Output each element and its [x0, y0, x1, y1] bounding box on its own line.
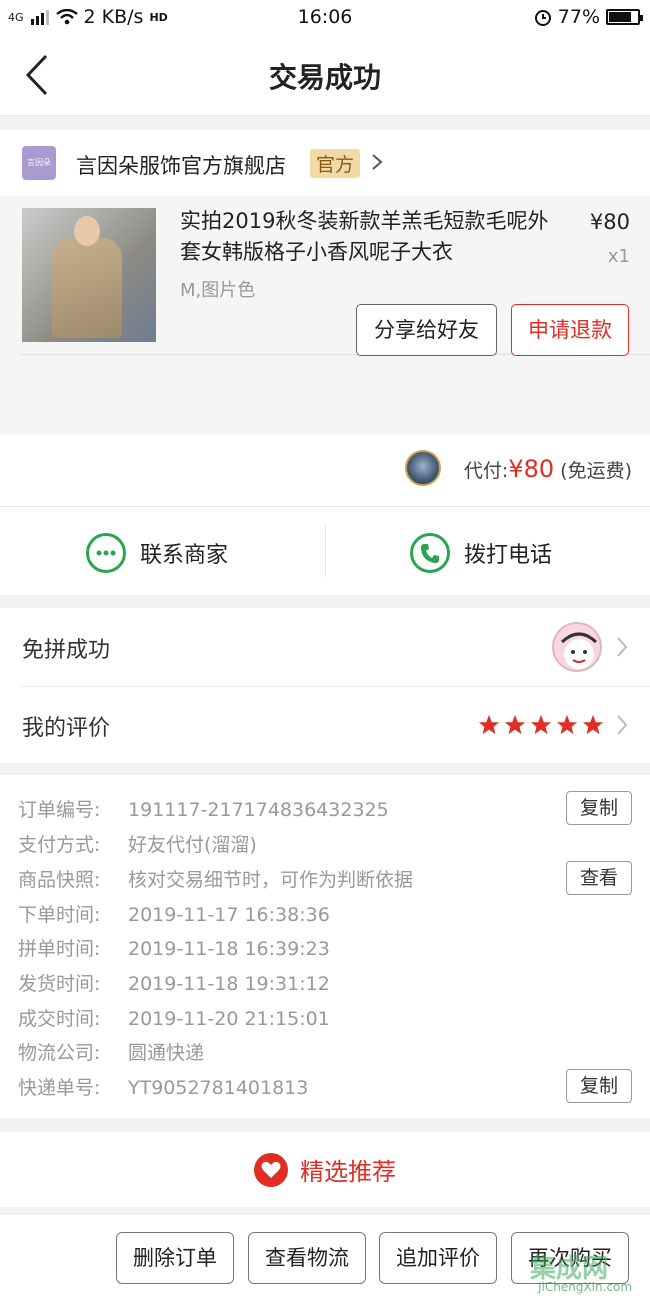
star-icon	[530, 714, 552, 735]
my-review-row[interactable]: 我的评价	[0, 686, 650, 764]
order-details: 订单编号: 191117-217174836432325 复制 支付方式: 好友代付(溜…	[0, 775, 650, 1118]
order-info-value: 核对交易细节时，可作为判断依据	[128, 869, 414, 891]
order-info-row: 支付方式: 好友代付(溜溜)	[18, 830, 257, 860]
order-info-key: 订单编号:	[18, 799, 101, 821]
delete-order-button[interactable]: 删除订单	[116, 1232, 234, 1284]
payment-amount: ¥80	[508, 455, 555, 483]
product-title[interactable]: 实拍2019秋冬装新款羊羔毛短款毛呢外套女韩版格子小香风呢子大衣	[180, 206, 555, 268]
order-info-value: 2019-11-17 16:38:36	[128, 904, 330, 926]
rating-stars	[478, 714, 604, 736]
group-status-row[interactable]: 免拼成功	[0, 608, 650, 686]
divider	[325, 525, 326, 577]
contact-bar: 联系商家 拨打电话	[0, 507, 650, 595]
page-title: 交易成功	[268, 61, 381, 94]
product-image[interactable]	[22, 208, 156, 342]
order-info-row: 物流公司: 圆通快递	[18, 1038, 204, 1068]
copy-button[interactable]: 复制	[566, 791, 632, 825]
product-item[interactable]: 实拍2019秋冬装新款羊羔毛短款毛呢外套女韩版格子小香风呢子大衣 M,图片色 ¥…	[0, 196, 650, 435]
order-info-row: 快递单号: YT9052781401813	[18, 1073, 308, 1103]
product-price: ¥80	[589, 210, 630, 234]
order-info-value: 2019-11-18 16:39:23	[128, 938, 330, 960]
product-spec: M,图片色	[180, 280, 256, 301]
order-info-key: 商品快照:	[18, 869, 101, 891]
heart-icon	[254, 1152, 288, 1187]
recommend-section[interactable]: 精选推荐	[0, 1132, 650, 1207]
payer-avatar	[405, 450, 441, 486]
shop-header[interactable]: 言因朵 言因朵服饰官方旗舰店 官方	[0, 130, 650, 196]
add-review-button[interactable]: 追加评价	[379, 1232, 497, 1284]
share-button[interactable]: 分享给好友	[356, 304, 497, 356]
refund-button[interactable]: 申请退款	[511, 304, 629, 356]
phone-icon	[410, 533, 450, 573]
view-snapshot-button[interactable]: 查看	[566, 861, 632, 895]
watermark-sub: JiChengXin.com	[538, 1280, 633, 1294]
order-info-key: 成交时间:	[18, 1008, 101, 1030]
order-info-key: 下单时间:	[18, 904, 101, 926]
site-watermark: 集成网 JiChengXin.com	[530, 1248, 646, 1298]
battery-icon	[606, 9, 643, 25]
shipping-note: (免运费)	[560, 460, 632, 482]
order-info-row: 拼单时间: 2019-11-18 16:39:23	[18, 934, 330, 964]
order-info-key: 物流公司:	[18, 1042, 101, 1064]
product-quantity: x1	[607, 246, 630, 267]
order-info-value: 2019-11-20 21:15:01	[128, 1008, 330, 1030]
call-button[interactable]: 拨打电话	[410, 533, 552, 573]
order-info-row: 下单时间: 2019-11-17 16:38:36	[18, 900, 330, 930]
shop-logo: 言因朵	[22, 146, 56, 180]
order-info-value: 191117-217174836432325	[128, 799, 389, 821]
order-status-section: 免拼成功 我的评价	[0, 608, 650, 763]
order-info-value: 好友代付(溜溜)	[128, 834, 257, 856]
alarm-icon	[534, 10, 551, 26]
chevron-right-icon[interactable]	[616, 714, 628, 736]
payment-label: 代付:	[463, 460, 509, 482]
order-info-key: 快递单号:	[18, 1077, 101, 1099]
star-icon	[582, 714, 604, 735]
star-icon	[478, 714, 500, 735]
order-info-key: 拼单时间:	[18, 938, 101, 960]
order-info-row: 发货时间: 2019-11-18 19:31:12	[18, 969, 330, 999]
group-status-label: 免拼成功	[22, 638, 111, 663]
chevron-right-icon[interactable]	[370, 152, 384, 172]
payment-text: 代付:¥80 (免运费)	[464, 455, 632, 483]
chevron-right-icon[interactable]	[616, 636, 628, 658]
shop-name[interactable]: 言因朵服饰官方旗舰店	[76, 150, 286, 180]
my-review-label: 我的评价	[22, 716, 111, 741]
copy-button[interactable]: 复制	[566, 1069, 632, 1103]
star-icon	[504, 714, 526, 735]
order-info-row: 商品快照: 核对交易细节时，可作为判断依据	[18, 865, 413, 895]
battery-percent: 77%	[557, 6, 600, 28]
recommend-label: 精选推荐	[300, 1158, 396, 1186]
official-badge: 官方	[310, 149, 361, 178]
order-info-row: 订单编号: 191117-217174836432325	[18, 795, 389, 825]
order-info-key: 发货时间:	[18, 973, 101, 995]
star-icon	[556, 714, 578, 735]
order-info-value: YT9052781401813	[128, 1077, 309, 1099]
order-info-value: 圆通快递	[128, 1042, 205, 1064]
nav-bar: 交易成功	[0, 36, 650, 116]
payment-summary: 代付:¥80 (免运费)	[0, 435, 650, 507]
order-product-card: 言因朵 言因朵服饰官方旗舰店 官方 实拍2019秋冬装新款羊羔毛短款毛呢外套女韩…	[0, 130, 650, 435]
order-info-row: 成交时间: 2019-11-20 21:15:01	[18, 1004, 330, 1034]
status-bar: 4G 2 KB/s HD 16:06 77%	[0, 0, 650, 36]
contact-merchant-label: 联系商家	[140, 543, 229, 568]
order-info-value: 2019-11-18 19:31:12	[128, 973, 330, 995]
view-logistics-button[interactable]: 查看物流	[248, 1232, 366, 1284]
call-label: 拨打电话	[464, 543, 553, 568]
order-info-key: 支付方式:	[18, 834, 101, 856]
contact-merchant-button[interactable]: 联系商家	[86, 533, 228, 573]
user-avatar	[552, 622, 602, 672]
chat-icon	[86, 533, 126, 573]
